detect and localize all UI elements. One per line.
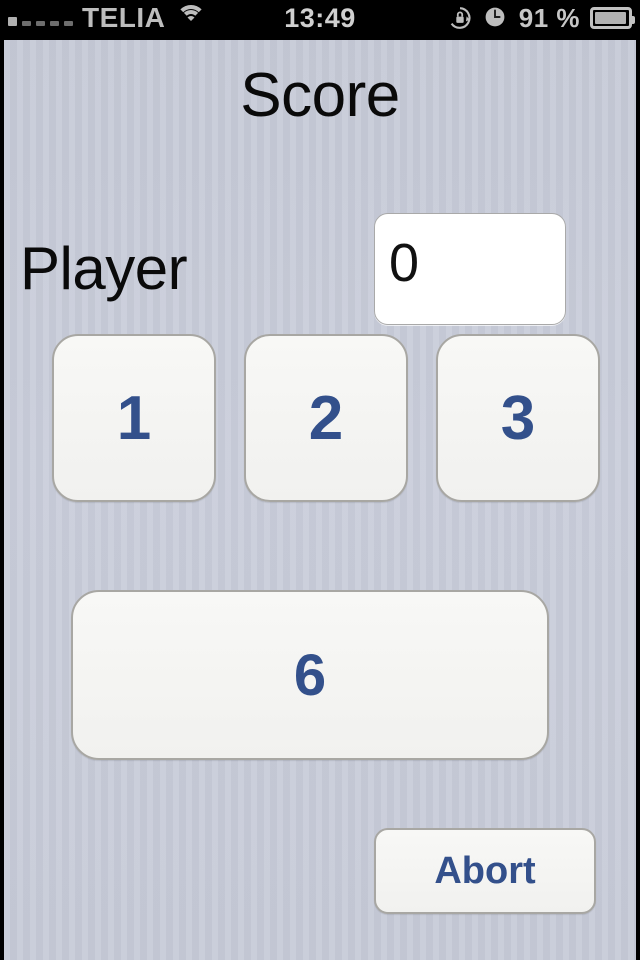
status-bar-right: 91 %: [447, 0, 635, 36]
battery-icon: [590, 7, 635, 29]
battery-percentage: 91 %: [518, 2, 580, 33]
player-label: Player: [20, 235, 188, 302]
score-button-1-label: 1: [116, 383, 152, 453]
wifi-icon: [176, 5, 207, 31]
score-button-1[interactable]: 1: [52, 334, 216, 502]
score-button-3[interactable]: 3: [436, 334, 600, 502]
score-button-3-label: 3: [500, 383, 536, 453]
score-button-6-label: 6: [293, 642, 327, 708]
score-input[interactable]: 0: [374, 213, 566, 325]
rotation-lock-icon: [447, 5, 473, 31]
score-button-2-label: 2: [308, 383, 344, 453]
app-frame: Score Player 0 1 2 3 6 Abort: [0, 36, 640, 960]
score-input-value: 0: [389, 233, 420, 293]
device-screen: TELIA 13:49 91 % Score Player 0 1 2 3 6 …: [0, 0, 640, 960]
carrier-name: TELIA: [82, 2, 166, 33]
status-bar: TELIA 13:49 91 %: [0, 0, 640, 36]
abort-button[interactable]: Abort: [374, 828, 596, 914]
status-bar-clock: 13:49: [284, 2, 356, 33]
status-bar-left: TELIA: [8, 0, 207, 36]
abort-button-label: Abort: [434, 849, 536, 892]
score-button-2[interactable]: 2: [244, 334, 408, 502]
page-title: Score: [240, 61, 400, 130]
signal-strength-icon: [8, 8, 73, 29]
alarm-clock-icon: [483, 5, 509, 31]
score-button-6[interactable]: 6: [71, 590, 549, 760]
score-screen: Score Player 0 1 2 3 6 Abort: [4, 40, 636, 960]
